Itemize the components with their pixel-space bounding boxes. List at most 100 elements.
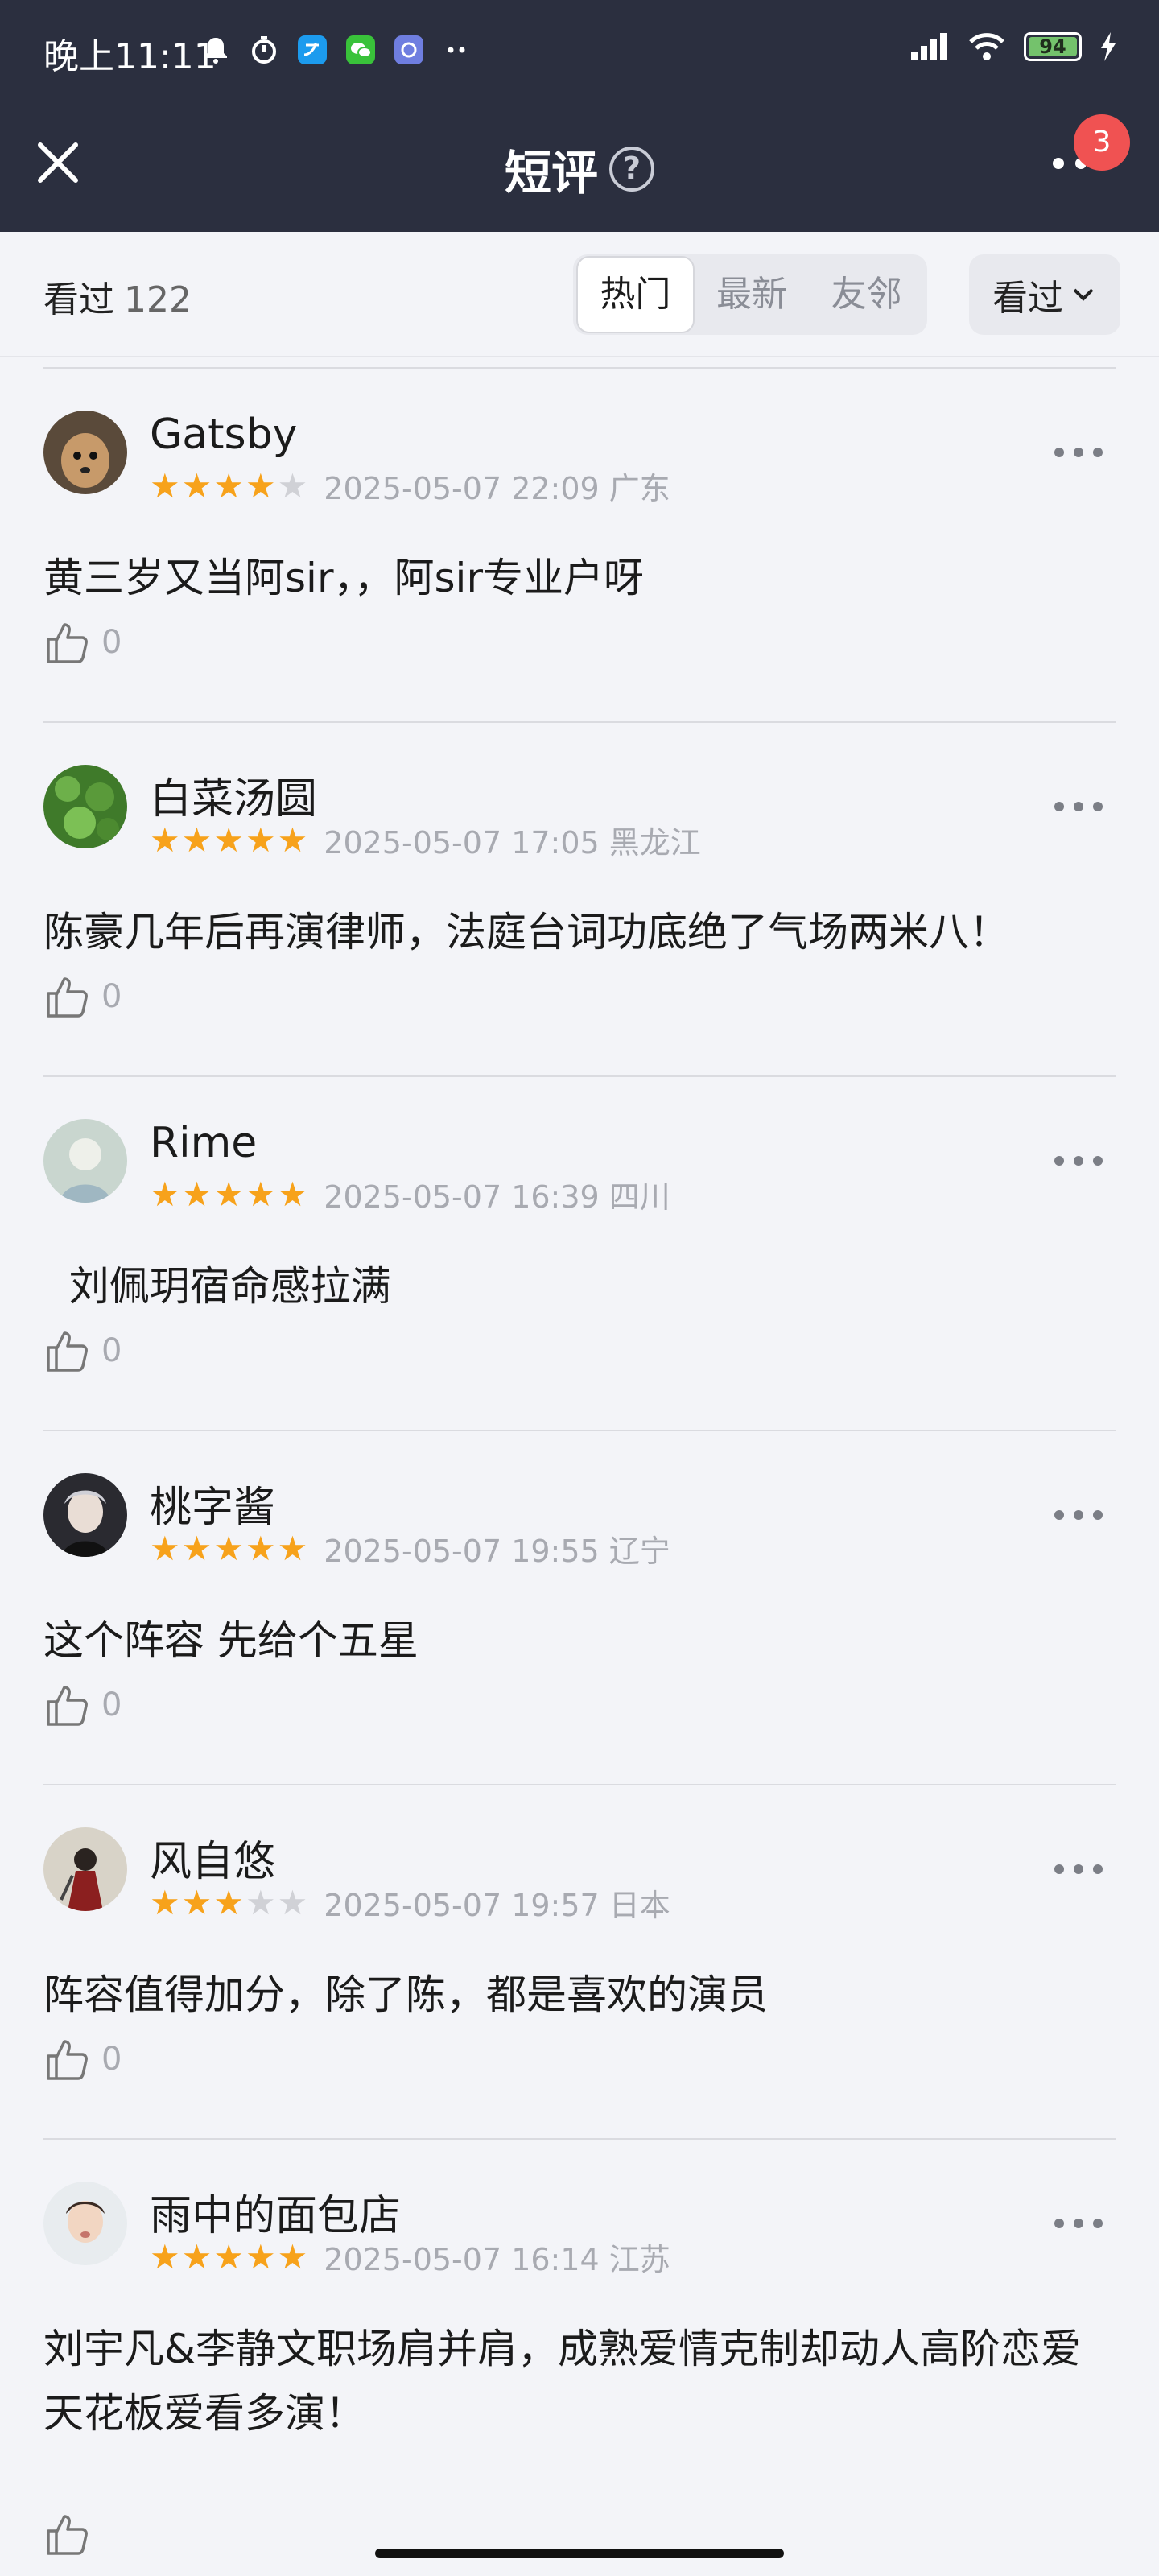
username[interactable]: Rime <box>150 1119 257 1167</box>
star-rating: ★ ★ ★ ★ ★ <box>150 1174 308 1214</box>
star-icon: ★ <box>150 1174 180 1214</box>
star-icon: ★ <box>277 1528 308 1568</box>
star-icon: ★ <box>150 1528 180 1568</box>
star-icon: ★ <box>181 1528 212 1568</box>
tab-hot[interactable]: 热门 <box>576 256 695 333</box>
more-icon[interactable] <box>1054 1864 1103 1874</box>
star-icon: ★ <box>181 2236 212 2277</box>
review-datetime: 2025-05-07 16:14 江苏 <box>324 2242 670 2277</box>
like-button[interactable]: 0 <box>43 2035 122 2083</box>
review-meta: ★ ★ ★ ★ ★ 2025-05-07 16:39 四川 <box>150 1172 670 1216</box>
review-datetime: 2025-05-07 22:09 广东 <box>324 471 670 506</box>
thumbs-up-icon <box>47 1331 88 1372</box>
more-icon[interactable] <box>1054 1156 1103 1166</box>
review-content: 阵容值得加分，除了陈，都是喜欢的演员 <box>43 1971 768 2018</box>
star-icon: ★ <box>277 1882 308 1922</box>
timer-icon <box>252 36 276 64</box>
seen-dropdown[interactable]: 看过 <box>969 254 1120 335</box>
star-icon: ★ <box>150 2236 180 2277</box>
review-content: 刘宇凡&李静文职场肩并肩，成熟爱情克制却动人高阶恋爱天花板爱看多演！ <box>43 2326 1081 2437</box>
like-count: 0 <box>101 1686 122 1724</box>
wechat-icon <box>346 35 375 64</box>
avatar[interactable] <box>43 2182 127 2265</box>
status-right: 94 <box>909 31 1117 63</box>
star-icon: ★ <box>150 819 180 860</box>
alipay-icon <box>298 35 327 64</box>
tab-friends[interactable]: 友邻 <box>809 258 924 332</box>
star-icon: ★ <box>181 1174 212 1214</box>
review-content: 这个阵容 先给个五星 <box>43 1617 419 1664</box>
app-icon <box>394 35 423 64</box>
star-icon: ★ <box>213 1174 244 1214</box>
more-icon[interactable] <box>1054 1510 1103 1520</box>
star-icon: ★ <box>181 819 212 860</box>
review-datetime: 2025-05-07 19:57 日本 <box>324 1888 670 1923</box>
status-bar: 晚上11:11 94 <box>0 0 1159 101</box>
star-icon: ★ <box>245 819 276 860</box>
star-icon: ★ <box>245 2236 276 2277</box>
review-item: Rime ★ ★ ★ ★ ★ 2025-05-07 16:39 四川 刘佩玥宿命感拉满 … <box>43 1075 1116 1430</box>
review-meta: ★ ★ ★ ★ ★ 2025-05-07 19:55 辽宁 <box>150 1526 670 1571</box>
review-datetime: 2025-05-07 19:55 辽宁 <box>324 1534 670 1569</box>
tab-latest[interactable]: 最新 <box>695 258 810 332</box>
star-icon: ★ <box>245 1174 276 1214</box>
avatar[interactable] <box>43 1827 127 1911</box>
review-datetime: 2025-05-07 16:39 四川 <box>324 1179 670 1215</box>
star-icon: ★ <box>181 1882 212 1922</box>
username[interactable]: 风自悠 <box>150 1827 275 1888</box>
star-icon: ★ <box>213 1882 244 1922</box>
more-icon[interactable] <box>1054 2219 1103 2228</box>
wifi-icon <box>969 33 1004 60</box>
more-icon[interactable] <box>1054 448 1103 457</box>
sort-tabs: 热门 最新 友邻 <box>573 254 927 335</box>
more-icon[interactable] <box>1054 802 1103 811</box>
star-rating: ★ ★ ★ ★ ★ <box>150 1882 308 1922</box>
star-rating: ★ ★ ★ ★ ★ <box>150 819 308 860</box>
chevron-down-icon <box>1073 288 1094 301</box>
like-count: 0 <box>101 2041 122 2078</box>
star-icon: ★ <box>277 2236 308 2277</box>
avatar[interactable] <box>43 1473 127 1557</box>
thumbs-up-icon <box>47 977 88 1018</box>
more-status-icon <box>448 47 465 53</box>
avatar[interactable] <box>43 1119 127 1203</box>
like-button[interactable]: 0 <box>43 1327 122 1375</box>
star-icon: ★ <box>277 1174 308 1214</box>
review-item: Gatsby ★ ★ ★ ★ ★ 2025-05-07 22:09 广东 黄三岁又当阿s… <box>43 367 1116 721</box>
like-button[interactable]: 0 <box>43 618 122 667</box>
like-button[interactable] <box>43 2510 101 2558</box>
review-content: 刘佩玥宿命感拉满 <box>43 1263 391 1310</box>
avatar[interactable] <box>43 765 127 848</box>
battery-icon: 94 <box>1024 32 1082 61</box>
review-item: 雨中的面包店 ★ ★ ★ ★ ★ 2025-05-07 16:14 江苏 刘宇凡&李静文… <box>43 2138 1116 2576</box>
like-button[interactable]: 0 <box>43 1681 122 1729</box>
bell-icon <box>204 38 227 64</box>
review-datetime: 2025-05-07 17:05 黑龙江 <box>324 825 701 861</box>
star-icon: ★ <box>277 465 308 506</box>
star-rating: ★ ★ ★ ★ ★ <box>150 469 307 503</box>
help-icon[interactable]: ? <box>609 147 654 192</box>
username[interactable]: Gatsby <box>150 411 297 459</box>
like-button[interactable]: 0 <box>43 972 122 1021</box>
star-icon: ★ <box>150 1882 180 1922</box>
star-icon: ★ <box>150 465 180 506</box>
thumbs-up-icon <box>47 2515 88 2555</box>
status-time: 晚上11:11 <box>43 36 217 77</box>
review-meta: ★ ★ ★ ★ ★ 2025-05-07 16:14 江苏 <box>150 2235 670 2279</box>
star-icon: ★ <box>277 819 308 860</box>
seen-count-number: 122 <box>124 279 192 320</box>
star-icon: ★ <box>245 465 276 506</box>
filter-bar: 看过 122 热门 最新 友邻 看过 <box>0 232 1159 357</box>
review-meta: ★ ★ ★ ★ ★ 2025-05-07 22:09 广东 <box>150 464 670 508</box>
title-bar: 短评 ? 3 <box>0 101 1159 232</box>
username[interactable]: 桃字酱 <box>150 1473 275 1534</box>
notification-badge[interactable]: 3 <box>1074 114 1130 171</box>
username[interactable]: 雨中的面包店 <box>150 2182 401 2242</box>
star-icon: ★ <box>213 465 244 506</box>
review-item: 白菜汤圆 ★ ★ ★ ★ ★ 2025-05-07 17:05 黑龙江 陈豪几年后再演律… <box>43 721 1116 1075</box>
home-indicator[interactable] <box>375 2549 784 2558</box>
seen-count: 看过 122 <box>43 270 192 322</box>
thumbs-up-icon <box>47 2040 88 2080</box>
avatar[interactable] <box>43 411 127 494</box>
username[interactable]: 白菜汤圆 <box>150 765 317 825</box>
